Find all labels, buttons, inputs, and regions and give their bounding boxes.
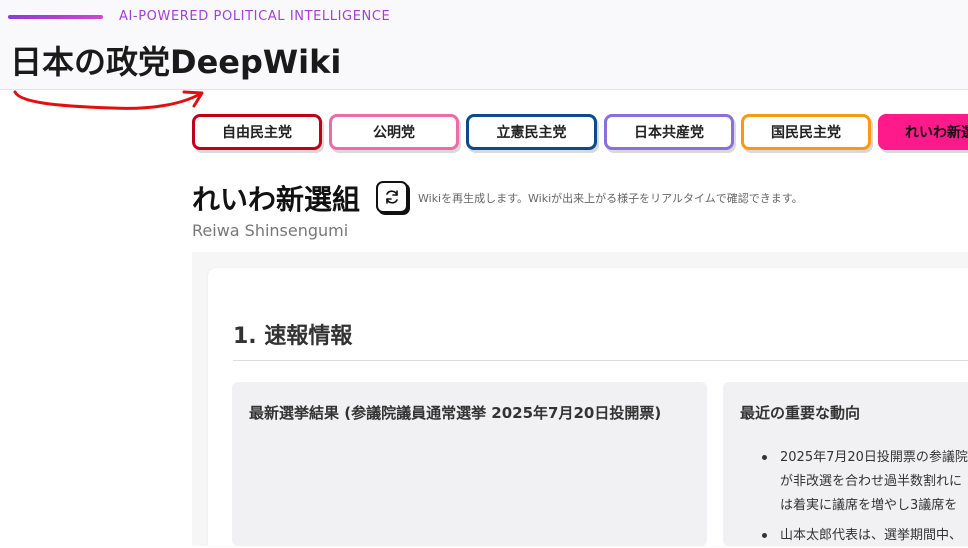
tab-jcp[interactable]: 日本共産党 [604, 114, 734, 150]
list-item: は着実に議席を増やし3議席を [780, 498, 958, 513]
tagline: AI-POWERED POLITICAL INTELLIGENCE [119, 9, 391, 24]
site-header: AI-POWERED POLITICAL INTELLIGENCE 日本の政党D… [0, 0, 968, 90]
party-english-name: Reiwa Shinsengumi [192, 221, 349, 240]
list-item: 山本太郎代表は、選挙期間中、 [760, 524, 968, 548]
tab-reiwa[interactable]: れいわ新選 [878, 114, 968, 150]
tab-komeito[interactable]: 公明党 [329, 114, 459, 150]
site-title[interactable]: 日本の政党DeepWiki [10, 37, 341, 83]
regenerate-note: Wikiを再生成します。Wikiが出来上がる様子をリアルタイムで確認できます。 [418, 192, 803, 205]
tab-ldp[interactable]: 自由民主党 [192, 114, 322, 150]
tab-label: れいわ新選 [905, 125, 968, 141]
tagline-accent-bar [8, 15, 103, 19]
recent-trends-list: 2025年7月20日投開票の参議院 が非改選を合わせ過半数割れに は着実に議席を… [760, 446, 968, 548]
tab-label: 国民民主党 [771, 125, 841, 141]
section-title: 1. 速報情報 [233, 324, 353, 349]
recent-trends-title: 最近の重要な動向 [740, 404, 861, 422]
tab-label: 自由民主党 [222, 125, 292, 141]
tab-label: 日本共産党 [634, 125, 704, 141]
tab-label: 公明党 [373, 125, 415, 141]
tab-label: 立憲民主党 [496, 125, 567, 141]
tab-cdp[interactable]: 立憲民主党 [466, 114, 597, 150]
refresh-icon [386, 190, 398, 204]
party-title: れいわ新選組 [192, 183, 361, 216]
red-arrow-annotation [13, 90, 204, 110]
list-item: 2025年7月20日投開票の参議院 [760, 446, 968, 470]
tab-dpfp[interactable]: 国民民主党 [741, 114, 871, 150]
regenerate-button[interactable] [376, 181, 408, 213]
section-divider [233, 360, 968, 361]
list-item: が非改選を合わせ過半数割れに [780, 474, 963, 489]
election-results-title: 最新選挙結果 (参議院議員通常選挙 2025年7月20日投開票) [249, 404, 662, 422]
